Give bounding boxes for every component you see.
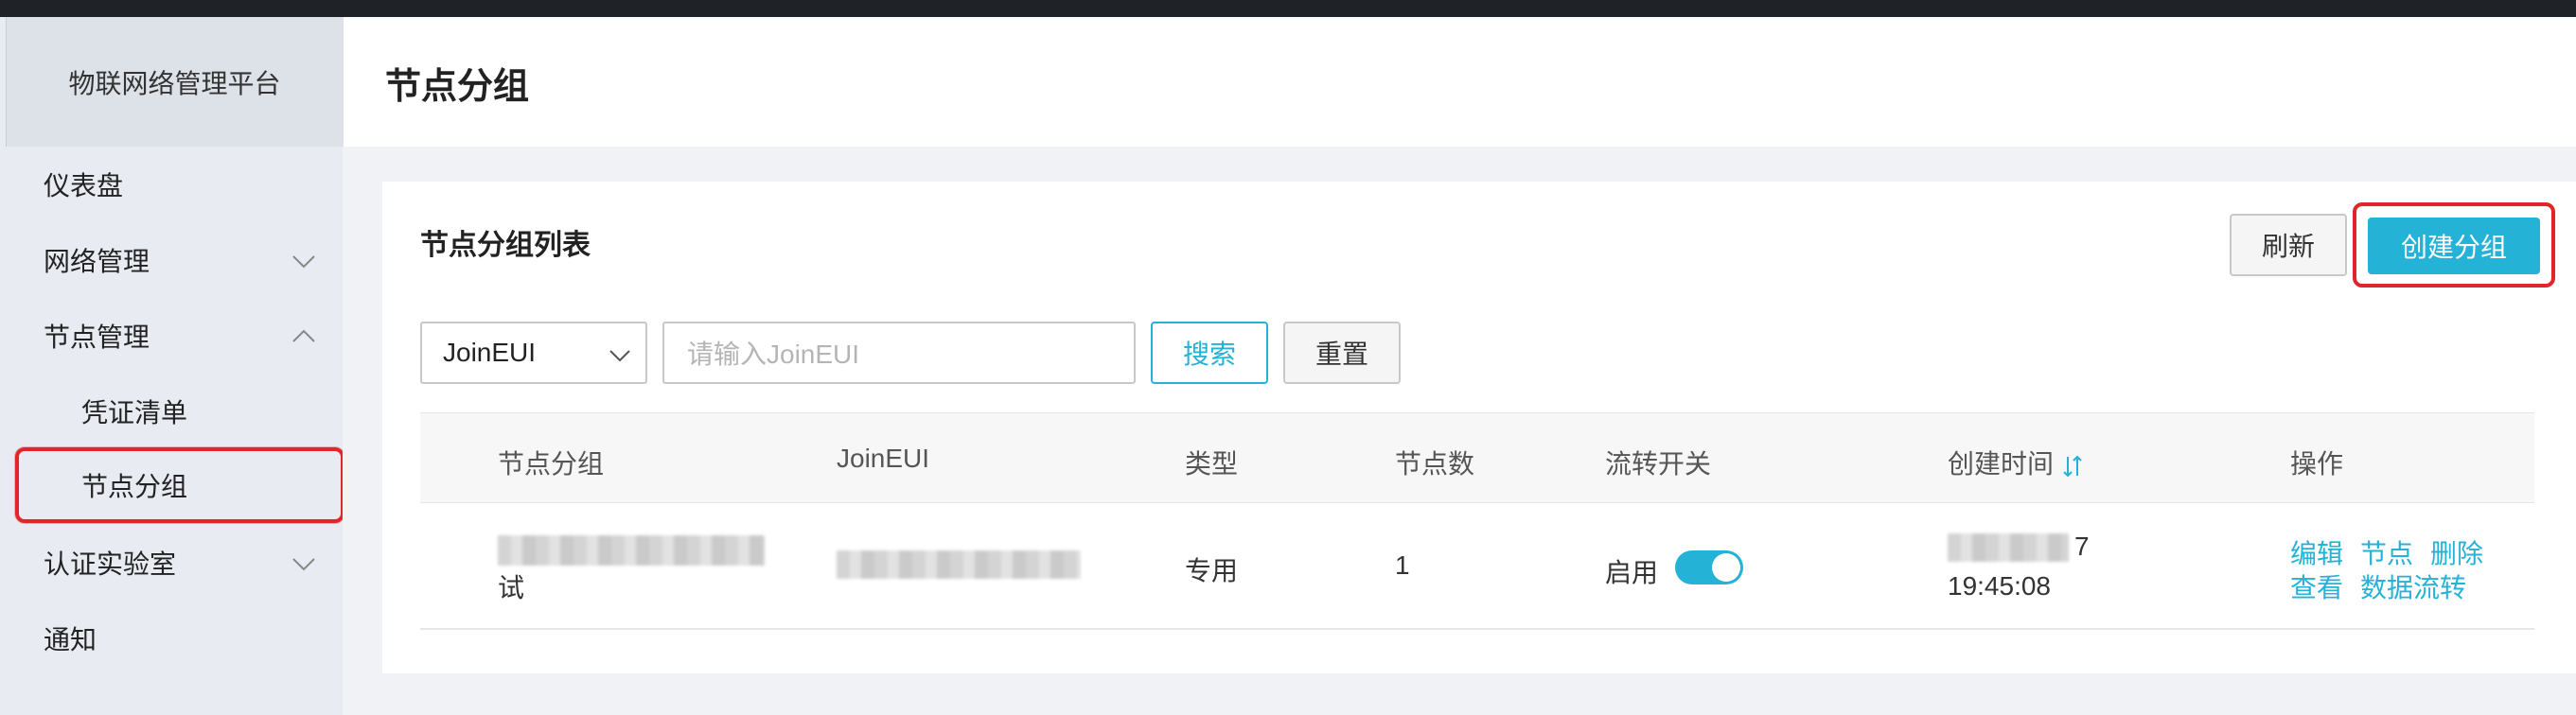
sidebar-item-notifications[interactable]: 通知 [0, 601, 343, 676]
chevron-down-icon [290, 549, 318, 578]
create-group-highlight: 创建分组 [2353, 202, 2555, 288]
main-content: 节点分组 节点分组列表 刷新 创建分组 JoinEUI 请输入JoinEUI 搜… [343, 17, 2576, 715]
redacted-group-name [498, 535, 765, 566]
nodes-link[interactable]: 节点 [2360, 533, 2413, 571]
sidebar-item-dashboard[interactable]: 仪表盘 [0, 147, 343, 222]
joineui-search-input[interactable]: 请输入JoinEUI [662, 322, 1136, 384]
sidebar-item-label: 节点分组 [81, 471, 188, 502]
refresh-button[interactable]: 刷新 [2230, 214, 2347, 276]
node-count: 1 [1395, 550, 1410, 580]
group-name-tail: 试 [498, 573, 525, 602]
top-bar [0, 0, 2576, 17]
sidebar-item-node-management[interactable]: 节点管理 [0, 298, 343, 374]
sort-icon[interactable] [2061, 453, 2084, 480]
data-flow-link[interactable]: 数据流转 [2360, 567, 2466, 605]
filter-field-select[interactable]: JoinEUI [420, 322, 647, 384]
page-header: 节点分组 [343, 17, 2576, 147]
sidebar-item-label: 认证实验室 [44, 549, 177, 580]
switch-label: 启用 [1605, 558, 1659, 587]
brand-title: 物联网络管理平台 [6, 17, 343, 147]
flow-switch-toggle[interactable] [1675, 550, 1743, 584]
card-title: 节点分组列表 [420, 229, 591, 262]
column-header-flow-switch: 流转开关 [1605, 449, 1712, 479]
column-header-node-count: 节点数 [1395, 449, 1475, 479]
node-group-table: 节点分组 JoinEUI 类型 节点数 流转开关 创建时间 操作 试 专用 1 … [420, 412, 2534, 630]
column-header-label: 创建时间 [1948, 449, 2055, 479]
view-link[interactable]: 查看 [2290, 567, 2343, 605]
delete-link[interactable]: 删除 [2430, 533, 2483, 571]
column-header-created-time[interactable]: 创建时间 [1948, 444, 2084, 481]
sidebar-item-label: 节点管理 [44, 322, 150, 353]
group-type: 专用 [1185, 556, 1239, 585]
column-header-group: 节点分组 [498, 449, 605, 479]
search-button[interactable]: 搜索 [1151, 322, 1268, 384]
sidebar-item-certification-lab[interactable]: 认证实验室 [0, 525, 343, 601]
sidebar-item-node-group[interactable]: 节点分组 [15, 447, 344, 523]
sidebar-item-label: 凭证清单 [81, 397, 188, 428]
created-time: 19:45:08 [1948, 571, 2051, 601]
redacted-created-date [1948, 533, 2069, 562]
sidebar-item-label: 通知 [44, 624, 97, 655]
node-group-card: 节点分组列表 刷新 创建分组 JoinEUI 请输入JoinEUI 搜索 重置 … [382, 182, 2576, 673]
sidebar-item-label: 仪表盘 [44, 170, 124, 201]
redacted-joineui [837, 550, 1081, 579]
edit-link[interactable]: 编辑 [2290, 533, 2343, 571]
page-title: 节点分组 [385, 65, 530, 107]
chevron-down-icon [290, 247, 318, 275]
sidebar-item-label: 网络管理 [44, 246, 150, 277]
create-group-button[interactable]: 创建分组 [2368, 218, 2540, 274]
table-row: 试 专用 1 启用 7 19:45:08 编辑 节点 删除 查看 数据流转 [420, 503, 2534, 630]
column-header-joineui: JoinEUI [837, 444, 930, 473]
toggle-knob [1712, 553, 1740, 582]
select-value: JoinEUI [443, 338, 537, 367]
column-header-actions: 操作 [2290, 449, 2344, 479]
chevron-up-icon [290, 323, 318, 351]
reset-button[interactable]: 重置 [1283, 322, 1401, 384]
sidebar-item-network-management[interactable]: 网络管理 [0, 222, 343, 298]
column-header-type: 类型 [1185, 449, 1239, 479]
table-header: 节点分组 JoinEUI 类型 节点数 流转开关 创建时间 操作 [420, 412, 2534, 503]
sidebar-item-credential-list[interactable]: 凭证清单 [0, 374, 343, 449]
created-date-tail: 7 [2074, 532, 2090, 561]
sidebar: 物联网络管理平台 仪表盘 网络管理 节点管理 凭证清单 节点分组 认证实验室 通… [0, 17, 344, 715]
chevron-down-icon [606, 340, 634, 369]
